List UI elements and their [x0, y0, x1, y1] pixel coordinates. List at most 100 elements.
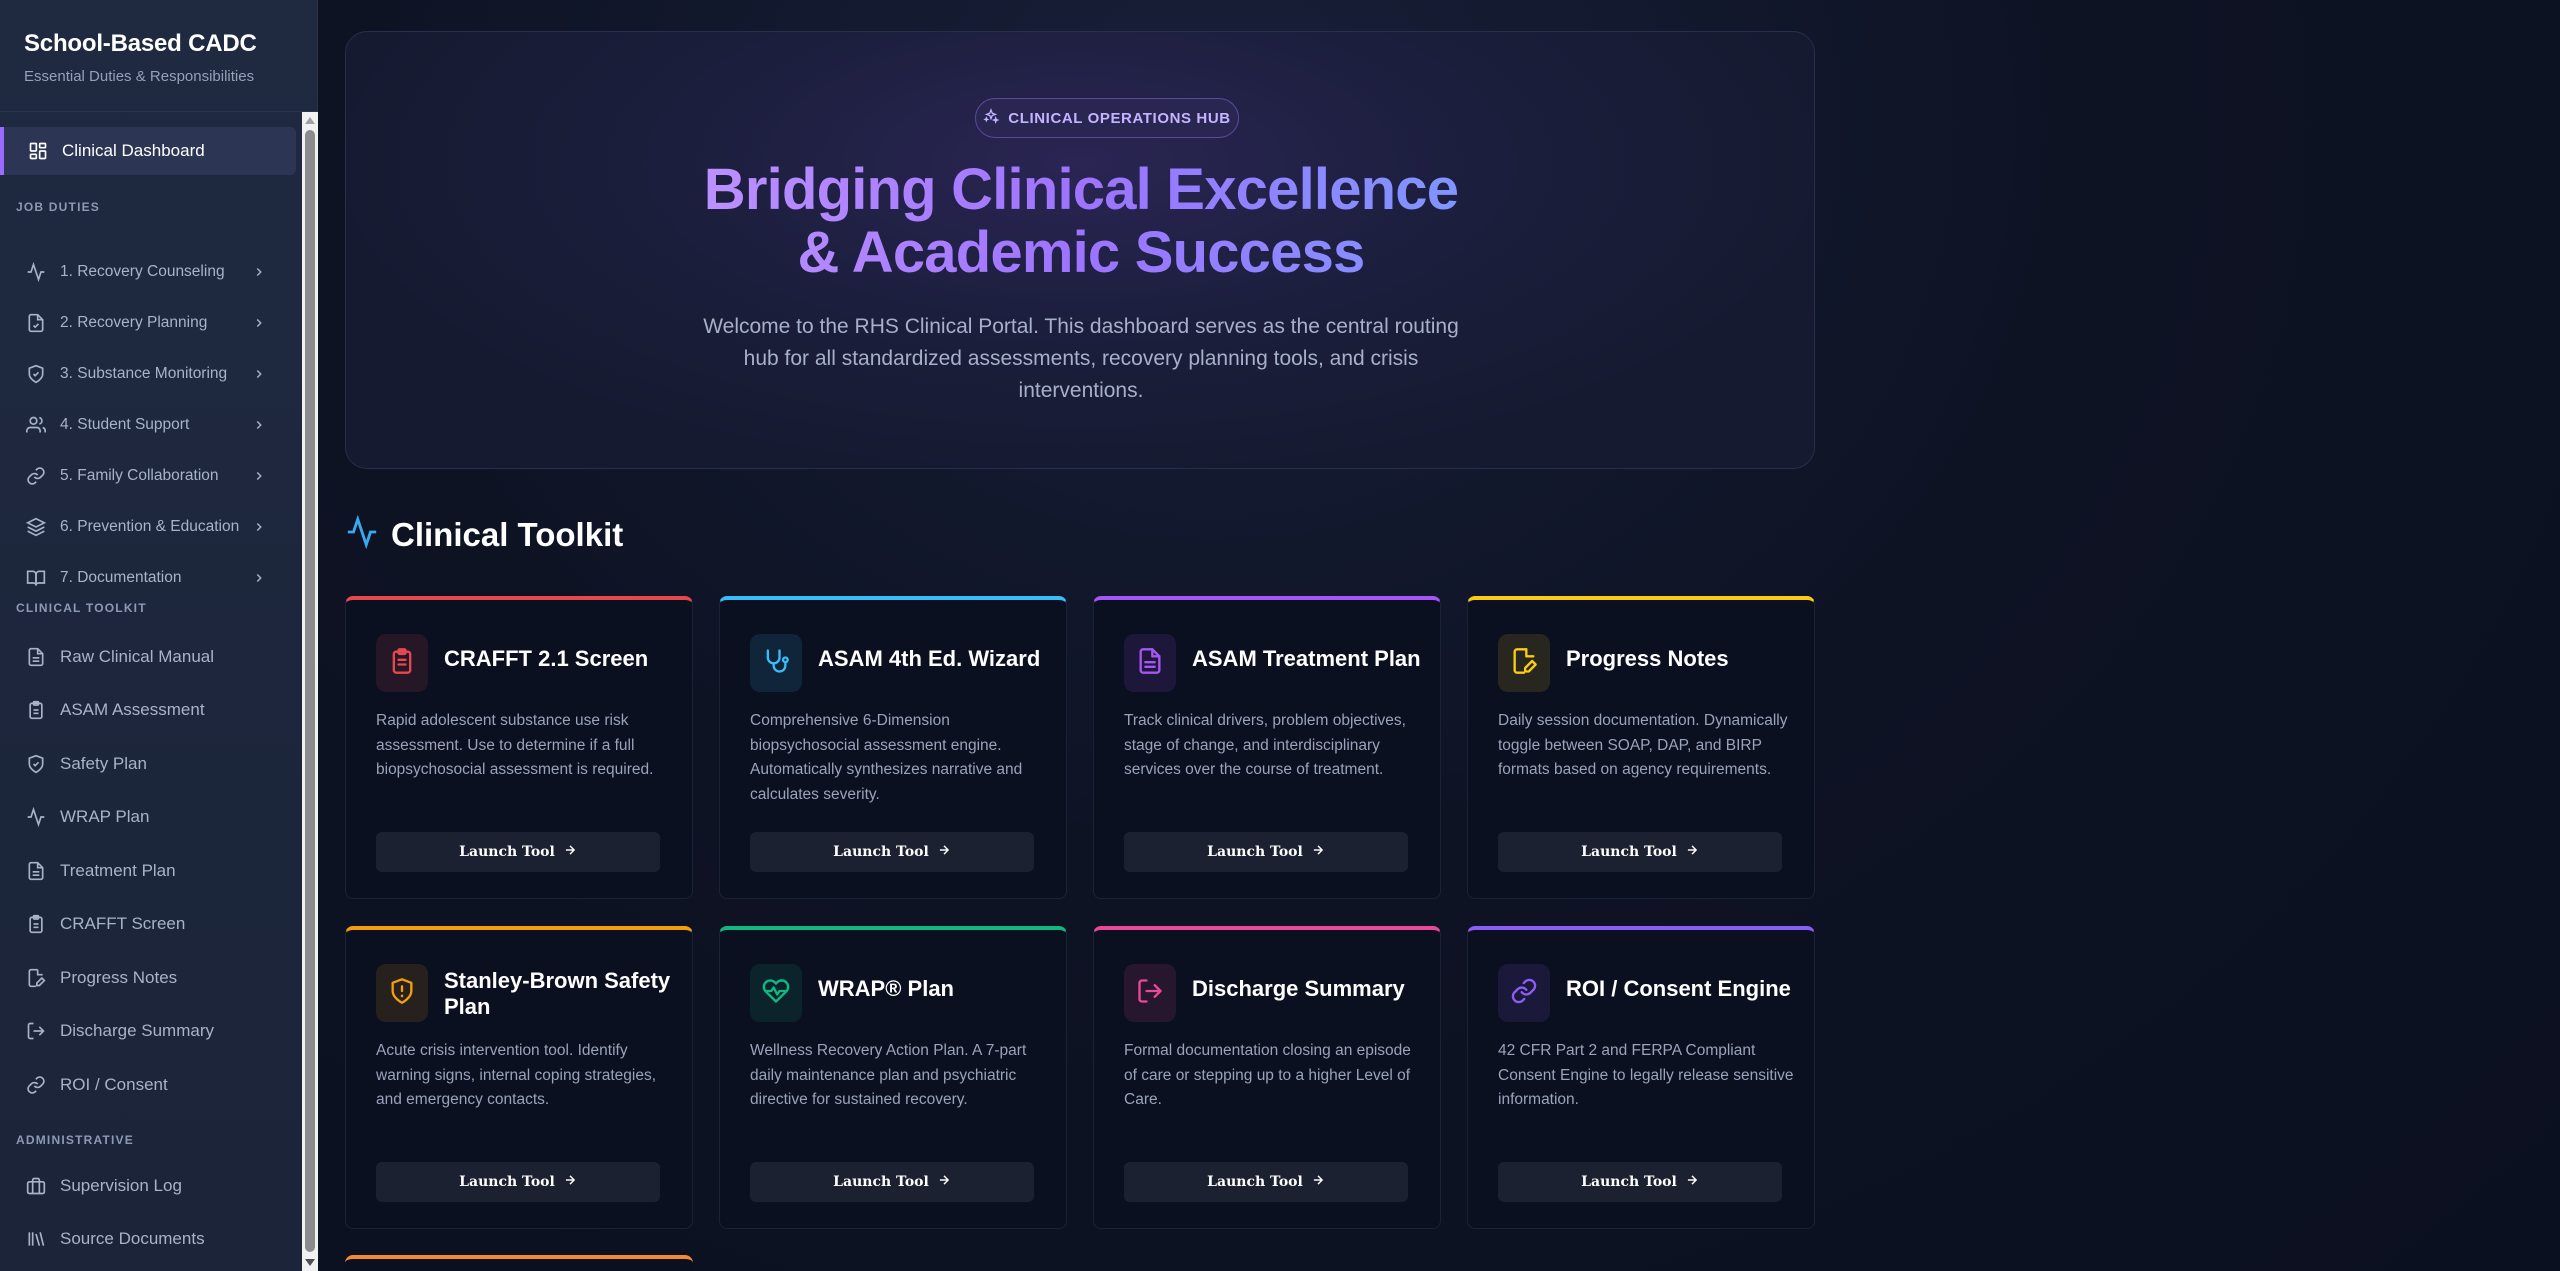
shield-alert-icon [388, 977, 416, 1010]
arrow-right-icon [937, 843, 951, 861]
section-heading-administrative: ADMINISTRATIVE [16, 1133, 134, 1147]
card-description: Track clinical drivers, problem objectiv… [1124, 712, 1406, 778]
sidebar-item-wrap-plan[interactable]: WRAP Plan [0, 797, 296, 837]
launch-tool-label: Launch Tool [1207, 1174, 1303, 1190]
sidebar: School-Based CADC Essential Duties & Res… [0, 0, 318, 1271]
clipboard-icon [26, 700, 46, 720]
scroll-up-arrow-icon[interactable] [305, 117, 315, 124]
arrow-right-icon [1311, 843, 1325, 861]
sidebar-item-treatment-plan[interactable]: Treatment Plan [0, 851, 296, 891]
sidebar-item-label: 3. Substance Monitoring [60, 365, 228, 382]
sidebar-item-label: Discharge Summary [60, 1021, 214, 1040]
card-icon-box [1124, 634, 1176, 692]
sidebar-scrollbar[interactable] [302, 112, 318, 1271]
file-edit-icon [1510, 647, 1538, 680]
chevron-right-icon [252, 519, 266, 540]
card-icon-box [1498, 634, 1550, 692]
arrow-right-icon [1685, 843, 1699, 861]
sidebar-item-student-support[interactable]: 4. Student Support [0, 405, 296, 445]
sidebar-item-progress-notes[interactable]: Progress Notes [0, 958, 296, 998]
card-description: Acute crisis intervention tool. Identify… [376, 1042, 657, 1108]
sidebar-item-label: Supervision Log [60, 1176, 182, 1195]
toolkit-card[interactable]: ASAM 4th Ed. Wizard Comprehensive 6-Dimen… [719, 596, 1067, 899]
hero-title: Bridging Clinical Excellence & Academic … [346, 158, 1816, 284]
library-icon [26, 1229, 46, 1249]
file-text-icon [26, 861, 46, 881]
launch-tool-button[interactable]: Launch Tool [1498, 1162, 1782, 1202]
toolkit-card[interactable]: Stanley-Brown Safety Plan Acute crisis in… [345, 926, 693, 1229]
sidebar-item-recovery-planning[interactable]: 2. Recovery Planning [0, 303, 296, 343]
hero-description: Welcome to the RHS Clinical Portal. This… [703, 315, 1459, 402]
heart-pulse-icon [762, 977, 790, 1010]
toolkit-card-partial [345, 1255, 693, 1271]
sidebar-item-discharge-summary[interactable]: Discharge Summary [0, 1011, 296, 1051]
sidebar-item-crafft-screen[interactable]: CRAFFT Screen [0, 904, 296, 944]
launch-tool-label: Launch Tool [833, 844, 929, 860]
stethoscope-icon [762, 647, 790, 680]
layers-icon [25, 517, 47, 537]
sidebar-item-asam-assessment[interactable]: ASAM Assessment [0, 690, 296, 730]
shield-check-icon [26, 364, 46, 384]
launch-tool-button[interactable]: Launch Tool [1124, 832, 1408, 872]
card-title: Stanley-Brown Safety Plan [444, 968, 671, 1019]
sidebar-item-recovery-counseling[interactable]: 1. Recovery Counseling [0, 252, 296, 292]
activity-icon [345, 514, 379, 554]
toolkit-card[interactable]: WRAP® Plan Wellness Recovery Action Plan.… [719, 926, 1067, 1229]
sidebar-item-label: 6. Prevention & Education [60, 518, 240, 535]
sidebar-item-clinical-dashboard[interactable]: Clinical Dashboard [0, 127, 296, 175]
card-title: Discharge Summary [1192, 976, 1405, 1001]
chevron-right-icon [252, 468, 266, 489]
toolkit-card[interactable]: ROI / Consent Engine 42 CFR Part 2 and FE… [1467, 926, 1815, 1229]
sidebar-item-safety-plan[interactable]: Safety Plan [0, 744, 296, 784]
scroll-down-arrow-icon[interactable] [305, 1259, 315, 1266]
sidebar-item-label: ASAM Assessment [60, 700, 205, 719]
sidebar-item-raw-clinical-manual[interactable]: Raw Clinical Manual [0, 637, 296, 677]
launch-tool-button[interactable]: Launch Tool [1498, 832, 1782, 872]
section-heading-clinical-toolkit: CLINICAL TOOLKIT [16, 601, 147, 615]
briefcase-icon [26, 1176, 46, 1196]
card-icon-box [1498, 964, 1550, 1022]
card-icon-box [750, 964, 802, 1022]
launch-tool-label: Launch Tool [1207, 844, 1303, 860]
chevron-right-icon [252, 366, 266, 387]
launch-tool-button[interactable]: Launch Tool [376, 832, 660, 872]
launch-tool-button[interactable]: Launch Tool [376, 1162, 660, 1202]
card-description: Daily session documentation. Dynamically… [1498, 712, 1788, 778]
launch-tool-label: Launch Tool [833, 1174, 929, 1190]
sparkles-icon [983, 108, 1000, 128]
sidebar-item-label: 2. Recovery Planning [60, 314, 208, 331]
toolkit-heading: Clinical Toolkit [345, 514, 623, 554]
sidebar-item-family-collaboration[interactable]: 5. Family Collaboration [0, 456, 296, 496]
card-title: Progress Notes [1566, 646, 1729, 671]
card-title: WRAP® Plan [818, 976, 954, 1001]
sidebar-nav: Clinical Dashboard JOB DUTIES 1. Recover… [0, 113, 302, 1271]
sidebar-item-label: 7. Documentation [60, 569, 182, 586]
arrow-right-icon [937, 1173, 951, 1191]
launch-tool-button[interactable]: Launch Tool [750, 1162, 1034, 1202]
launch-tool-button[interactable]: Launch Tool [750, 832, 1034, 872]
toolkit-card[interactable]: ASAM Treatment Plan Track clinical driver… [1093, 596, 1441, 899]
sidebar-item-documentation[interactable]: 7. Documentation [0, 558, 296, 598]
card-title: CRAFFT 2.1 Screen [444, 646, 649, 671]
sidebar-item-label: CRAFFT Screen [60, 914, 186, 933]
scrollbar-thumb[interactable] [305, 130, 315, 1252]
link-icon [26, 1075, 46, 1095]
sidebar-item-prevention-education[interactable]: 6. Prevention & Education [0, 507, 296, 547]
sidebar-item-substance-monitoring[interactable]: 3. Substance Monitoring [0, 354, 296, 394]
arrow-right-icon [563, 843, 577, 861]
toolkit-card[interactable]: Discharge Summary Formal documentation cl… [1093, 926, 1441, 1229]
clipboard-icon [388, 647, 416, 680]
card-icon-box [376, 964, 428, 1022]
sidebar-item-source-documents[interactable]: Source Documents [0, 1219, 296, 1259]
launch-tool-button[interactable]: Launch Tool [1124, 1162, 1408, 1202]
sidebar-item-supervision-log[interactable]: Supervision Log [0, 1166, 296, 1206]
toolkit-card[interactable]: CRAFFT 2.1 Screen Rapid adolescent substa… [345, 596, 693, 899]
toolkit-card[interactable]: Progress Notes Daily session documentatio… [1467, 596, 1815, 899]
main-content: CLINICAL OPERATIONS HUB Bridging Clinica… [319, 0, 2560, 1271]
sidebar-item-label: 4. Student Support [60, 416, 190, 433]
sidebar-item-label: WRAP Plan [60, 807, 150, 826]
arrow-right-icon [563, 1173, 577, 1191]
sidebar-item-label: Raw Clinical Manual [60, 647, 215, 666]
app-title: School-Based CADC [24, 30, 257, 57]
sidebar-item-roi-consent[interactable]: ROI / Consent [0, 1065, 296, 1105]
